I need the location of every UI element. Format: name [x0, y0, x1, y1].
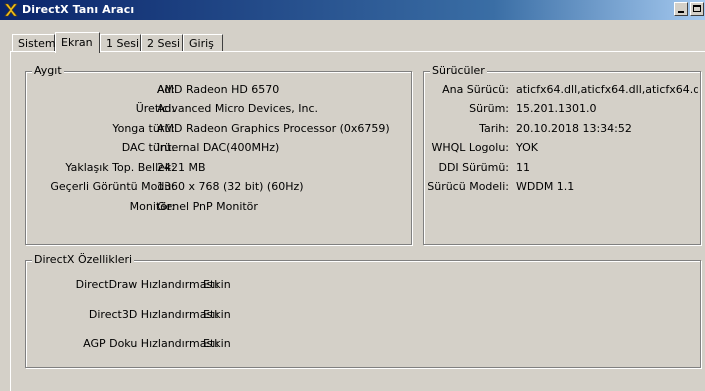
device-group-title: Aygıt	[32, 64, 64, 77]
total-memory-value: 2421 MB	[157, 161, 206, 174]
maximize-icon	[693, 5, 701, 12]
manufacturer-value: Advanced Micro Devices, Inc.	[157, 102, 319, 115]
whql-value: YOK	[516, 141, 538, 154]
tab-sistem[interactable]: Sistem	[12, 34, 56, 51]
version-label: Sürüm:	[469, 102, 509, 115]
window-title: DirectX Tanı Aracı	[22, 3, 135, 16]
device-name-value: AMD Radeon HD 6570	[157, 83, 280, 96]
title-bar[interactable]: DirectX Tanı Aracı	[0, 0, 705, 20]
driver-model-value: WDDM 1.1	[516, 180, 575, 193]
dac-type-value: Internal DAC(400MHz)	[157, 141, 280, 154]
minimize-button[interactable]	[674, 2, 688, 16]
ddi-version-label: DDI Sürümü:	[438, 161, 509, 174]
tab-1-sesi[interactable]: 1 Sesi	[100, 34, 141, 51]
tab-ekran[interactable]: Ekran	[55, 32, 100, 53]
minimize-icon	[678, 11, 684, 13]
ddi-version-value: 11	[516, 161, 530, 174]
version-value: 15.201.1301.0	[516, 102, 597, 115]
driver-model-label: Sürücü Modeli:	[427, 180, 509, 193]
tab-label: 2 Sesi	[147, 37, 181, 50]
features-group-title: DirectX Özellikleri	[32, 253, 135, 266]
directx-features-group: DirectX Özellikleri DirectDraw Hızlandır…	[25, 253, 701, 368]
tab-label: Ekran	[61, 36, 93, 49]
agp-value: Etkin	[203, 337, 231, 350]
device-group: Aygıt Ad: AMD Radeon HD 6570 Üretici: Ad…	[25, 64, 412, 245]
direct3d-label: Direct3D Hızlandırması:	[88, 308, 219, 321]
direct3d-value: Etkin	[203, 308, 231, 321]
tab-strip: Sistem Ekran 1 Sesi 2 Sesi Giriş	[0, 20, 705, 53]
tab-label: 1 Sesi	[106, 37, 140, 50]
date-value: 20.10.2018 13:34:52	[516, 122, 632, 135]
display-mode-value: 1360 x 768 (32 bit) (60Hz)	[157, 180, 304, 193]
date-label: Tarih:	[479, 122, 509, 135]
whql-label: WHQL Logolu:	[431, 141, 509, 154]
main-driver-label: Ana Sürücü:	[442, 83, 509, 96]
monitor-value: Genel PnP Monitör	[157, 200, 258, 213]
directx-x-icon	[3, 2, 19, 18]
directdraw-label: DirectDraw Hızlandırması:	[75, 278, 219, 291]
main-driver-value: aticfx64.dll,aticfx64.dll,aticfx64.dll,a	[516, 83, 698, 96]
drivers-group: Sürücüler Ana Sürücü: aticfx64.dll,aticf…	[423, 64, 701, 245]
chip-type-value: AMD Radeon Graphics Processor (0x6759)	[157, 122, 390, 135]
tab-2-sesi[interactable]: 2 Sesi	[141, 34, 183, 51]
drivers-group-title: Sürücüler	[430, 64, 487, 77]
agp-label: AGP Doku Hızlandırması:	[83, 337, 219, 350]
tab-giris[interactable]: Giriş	[183, 34, 223, 51]
tab-label: Giriş	[189, 37, 214, 50]
tab-label: Sistem	[18, 37, 56, 50]
directdraw-value: Etkin	[203, 278, 231, 291]
maximize-button[interactable]	[690, 2, 704, 16]
